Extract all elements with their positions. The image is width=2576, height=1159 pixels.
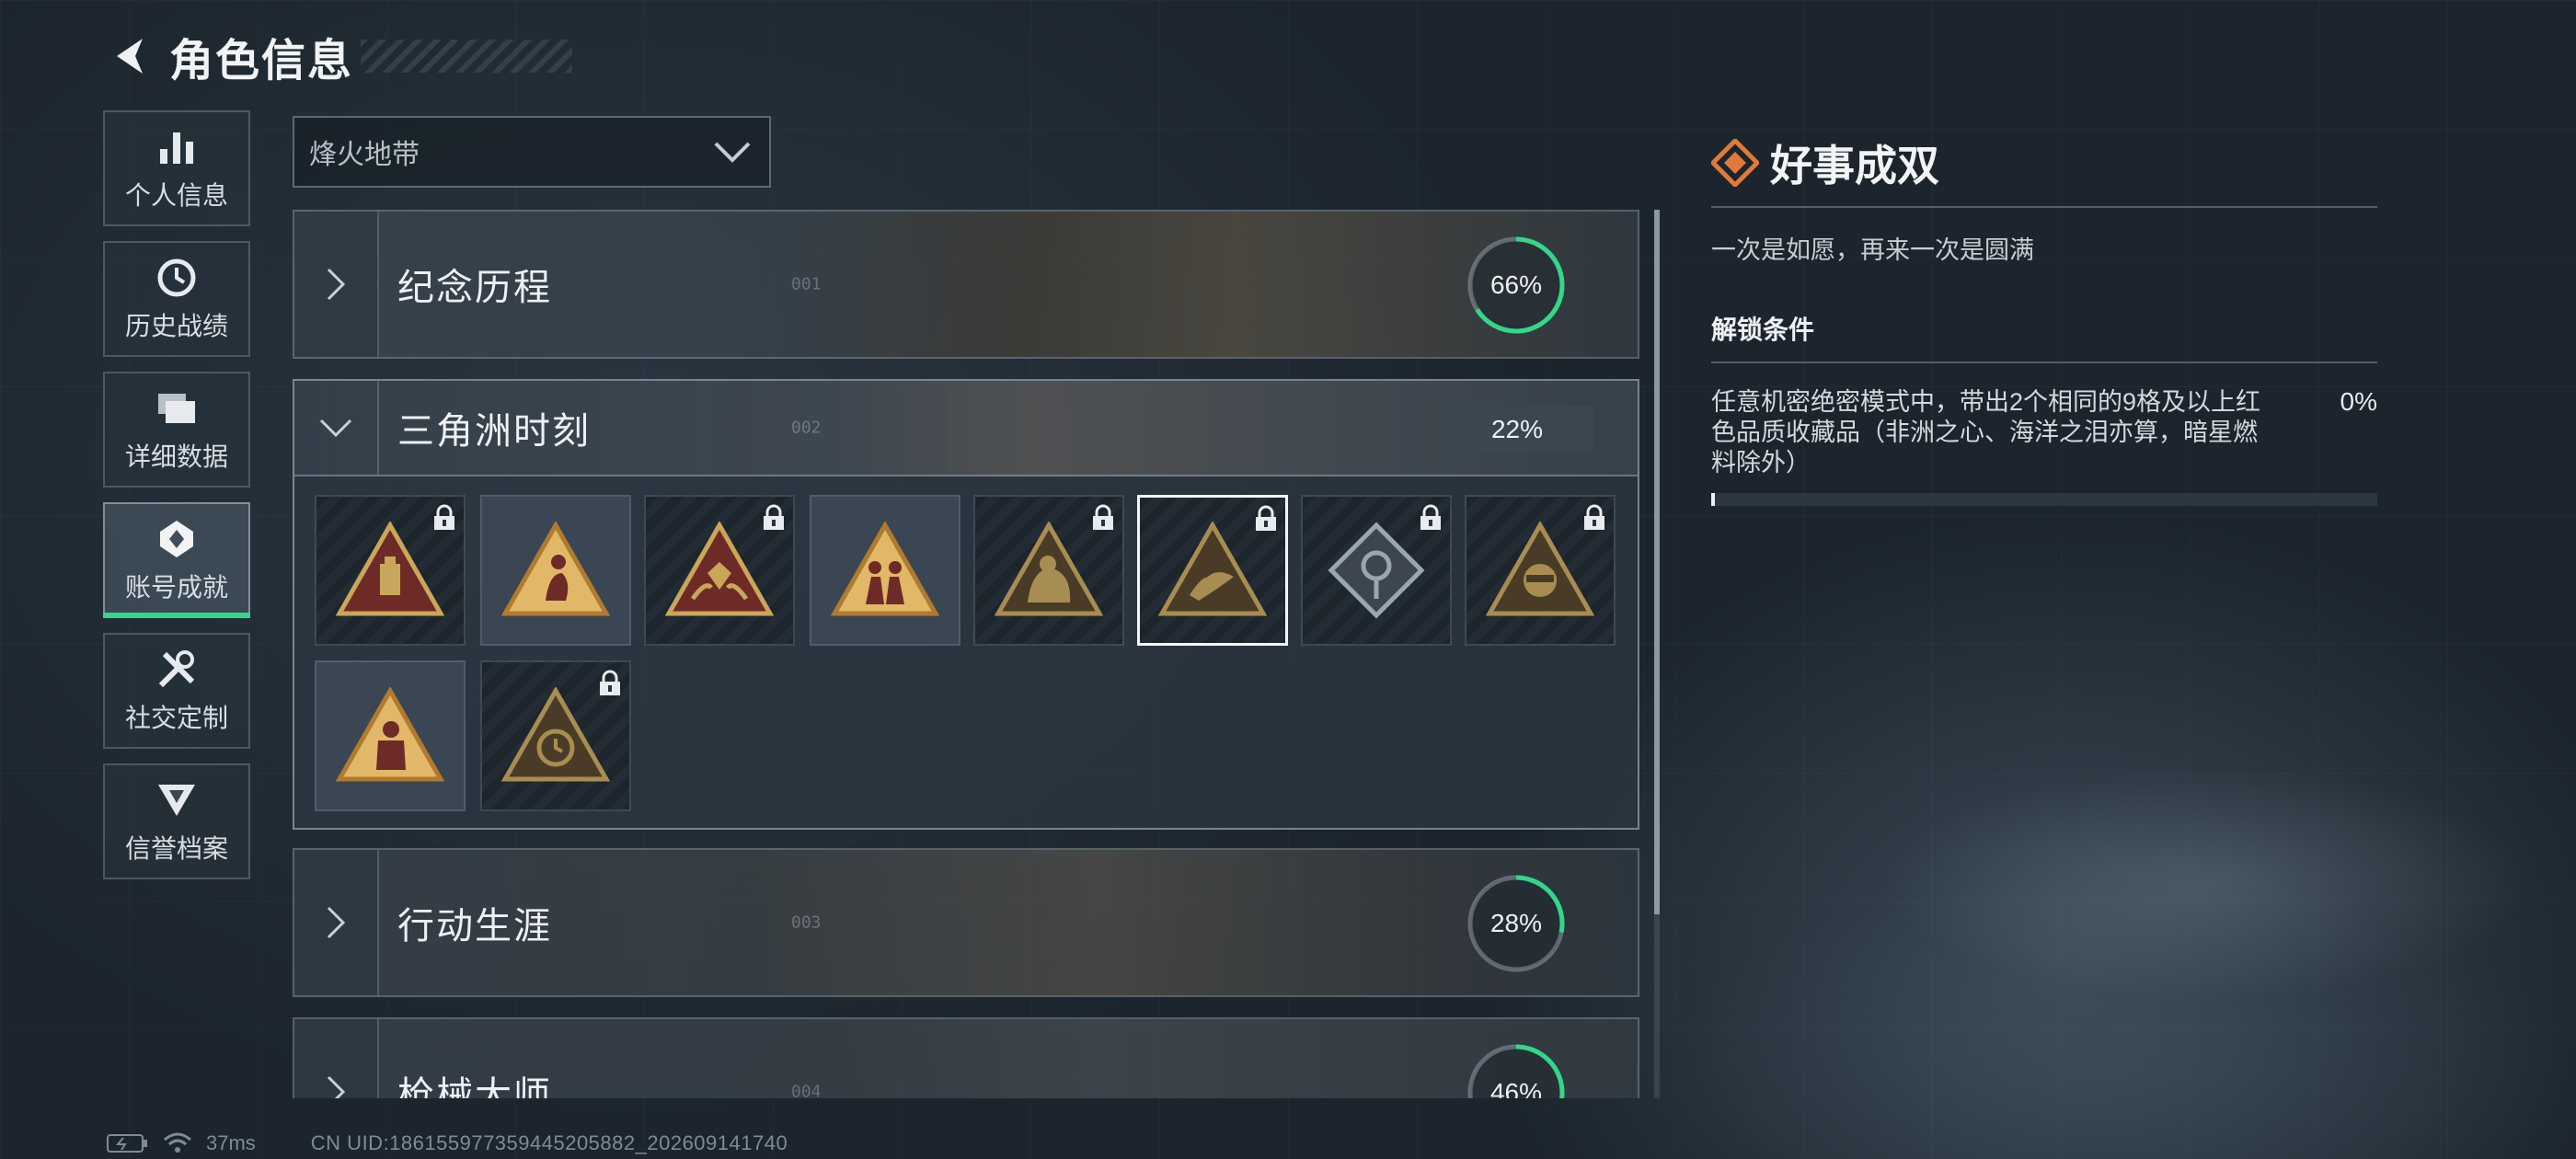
category-number: 004: [791, 1082, 822, 1099]
achievement-badge[interactable]: [810, 495, 960, 646]
diamond-emblem-icon: [1711, 139, 1759, 187]
mode-dropdown-value: 烽火地带: [309, 140, 420, 170]
category-name: 三角洲时刻: [397, 411, 591, 452]
chevron-right-icon: [327, 906, 346, 939]
chevron-down-icon: [714, 142, 751, 163]
category-progress: 22%: [1441, 407, 1593, 453]
category-name: 行动生涯: [397, 906, 552, 947]
achievement-badge[interactable]: [1465, 495, 1616, 646]
category-progress: 46%: [1489, 1078, 1543, 1098]
sidebar-item-label: 社交定制: [124, 704, 228, 732]
soldier-head-badge-icon: [1486, 522, 1594, 616]
category-progress: 28%: [1489, 909, 1543, 937]
lock-icon: [764, 504, 784, 530]
folders-icon: [155, 385, 199, 431]
unlock-condition-progress: 0%: [2340, 387, 2377, 416]
category-row[interactable]: 纪念历程 001 66%: [293, 210, 1639, 359]
lock-icon: [1093, 504, 1113, 530]
category-expand-toggle[interactable]: [294, 212, 379, 357]
condition-progress-fill: [1711, 493, 1715, 506]
category-progress: 66%: [1489, 270, 1543, 299]
battery-icon: [107, 1134, 147, 1153]
unlock-condition-title: 解锁条件: [1711, 316, 1815, 344]
usb-drive-badge-icon: [336, 522, 444, 616]
alarm-clock-badge-icon: [501, 687, 610, 782]
divider: [1711, 361, 2377, 363]
history-clock-icon: [156, 255, 197, 301]
sidebar-item-label: 个人信息: [124, 181, 228, 210]
lock-icon: [1584, 504, 1604, 530]
achievement-badge-icon: [156, 516, 197, 562]
kneeling-figure-badge-icon: [501, 522, 610, 616]
achievement-detail-panel: 好事成双 一次是如愿，再来一次是圆满 解锁条件 任意机密绝密模式中，带出2个相同…: [1711, 134, 2377, 506]
achievement-category-list: 纪念历程 001 66% 三角洲时刻 002 22% 行动生涯 003 28% …: [293, 210, 1639, 1098]
chevron-right-icon: [327, 268, 346, 301]
category-row[interactable]: 三角洲时刻 002 22%: [294, 381, 1638, 476]
sidebar-item-label: 详细数据: [124, 442, 228, 471]
hazmat-suit-badge-icon: [336, 687, 444, 782]
achievement-badge[interactable]: [1301, 495, 1452, 646]
achievement-badge[interactable]: [480, 660, 631, 811]
category-row[interactable]: 枪械大师 004 46%: [293, 1017, 1639, 1098]
unlock-condition-text: 任意机密绝密模式中，带出2个相同的9格及以上红色品质收藏品（非洲之心、海洋之泪亦…: [1711, 388, 2261, 476]
category-row[interactable]: 行动生涯 003 28%: [293, 848, 1639, 997]
category-name: 纪念历程: [397, 268, 552, 308]
gem-hands-badge-icon: [665, 522, 774, 616]
chevron-right-icon: [327, 1075, 346, 1098]
user-uid: CN UID:1861559773594452058​82_2026091417…: [310, 1131, 788, 1154]
sidebar-item-achievements[interactable]: 账号成就: [103, 502, 250, 618]
status-footer: 37ms CN UID:1861559773594452058​82_20260…: [107, 1131, 788, 1155]
beast-badge-icon: [995, 522, 1103, 616]
sidebar-item-detailed-data[interactable]: 详细数据: [103, 372, 250, 488]
wifi-icon: [164, 1132, 191, 1153]
sidebar-item-history[interactable]: 历史战绩: [103, 241, 250, 357]
category-number: 001: [791, 274, 822, 294]
lock-icon: [600, 670, 620, 695]
back-arrow-icon: [117, 39, 143, 74]
lock-icon: [434, 504, 454, 530]
category-number: 002: [791, 418, 822, 438]
achievement-badge[interactable]: [315, 660, 466, 811]
tools-icon: [155, 647, 198, 693]
achievement-badge[interactable]: [1137, 495, 1288, 646]
bar-chart-icon: [156, 124, 197, 170]
list-scrollbar[interactable]: [1654, 210, 1660, 1098]
achievement-badge[interactable]: [973, 495, 1124, 646]
category-expand-toggle[interactable]: [294, 1019, 379, 1098]
rose-badge-icon: [1328, 522, 1425, 619]
sidebar-item-label: 信誉档案: [124, 834, 228, 863]
category-expanded: 三角洲时刻 002 22%: [293, 379, 1639, 830]
sidebar-item-label: 历史战绩: [124, 312, 228, 340]
chevron-down-icon: [319, 419, 352, 438]
category-collapse-toggle[interactable]: [294, 381, 379, 475]
sidebar: 个人信息 历史战绩 详细数据 账号成就 社交定制 信誉档案: [103, 110, 250, 894]
sidebar-item-label: 账号成就: [124, 573, 228, 602]
achievement-badge[interactable]: [480, 495, 631, 646]
shield-wing-icon: [155, 777, 199, 823]
scrollbar-thumb[interactable]: [1654, 210, 1660, 914]
category-name: 枪械大师: [397, 1075, 552, 1098]
achievement-badge[interactable]: [644, 495, 795, 646]
divider: [1711, 206, 2377, 208]
sidebar-item-reputation[interactable]: 信誉档案: [103, 763, 250, 879]
category-number: 003: [791, 912, 822, 933]
two-figures-badge-icon: [831, 522, 939, 616]
twin-fish-badge-icon: [1158, 522, 1267, 616]
condition-progress-bar: [1711, 493, 2377, 506]
sidebar-item-personal-info[interactable]: 个人信息: [103, 110, 250, 226]
back-button[interactable]: [101, 29, 156, 84]
network-ping: 37ms: [206, 1131, 256, 1154]
achievement-description: 一次是如愿，再来一次是圆满: [1711, 236, 2034, 264]
page-header: 角色信息: [101, 24, 573, 88]
page-title: 角色信息: [169, 37, 354, 86]
achievement-badge[interactable]: [315, 495, 466, 646]
category-expand-toggle[interactable]: [294, 850, 379, 995]
lock-icon: [1256, 505, 1276, 531]
lock-icon: [1420, 504, 1441, 530]
mode-dropdown[interactable]: 烽火地带: [293, 116, 771, 188]
title-decoration: [361, 40, 573, 73]
sidebar-item-social-custom[interactable]: 社交定制: [103, 633, 250, 749]
achievement-title: 好事成双: [1770, 142, 1939, 189]
